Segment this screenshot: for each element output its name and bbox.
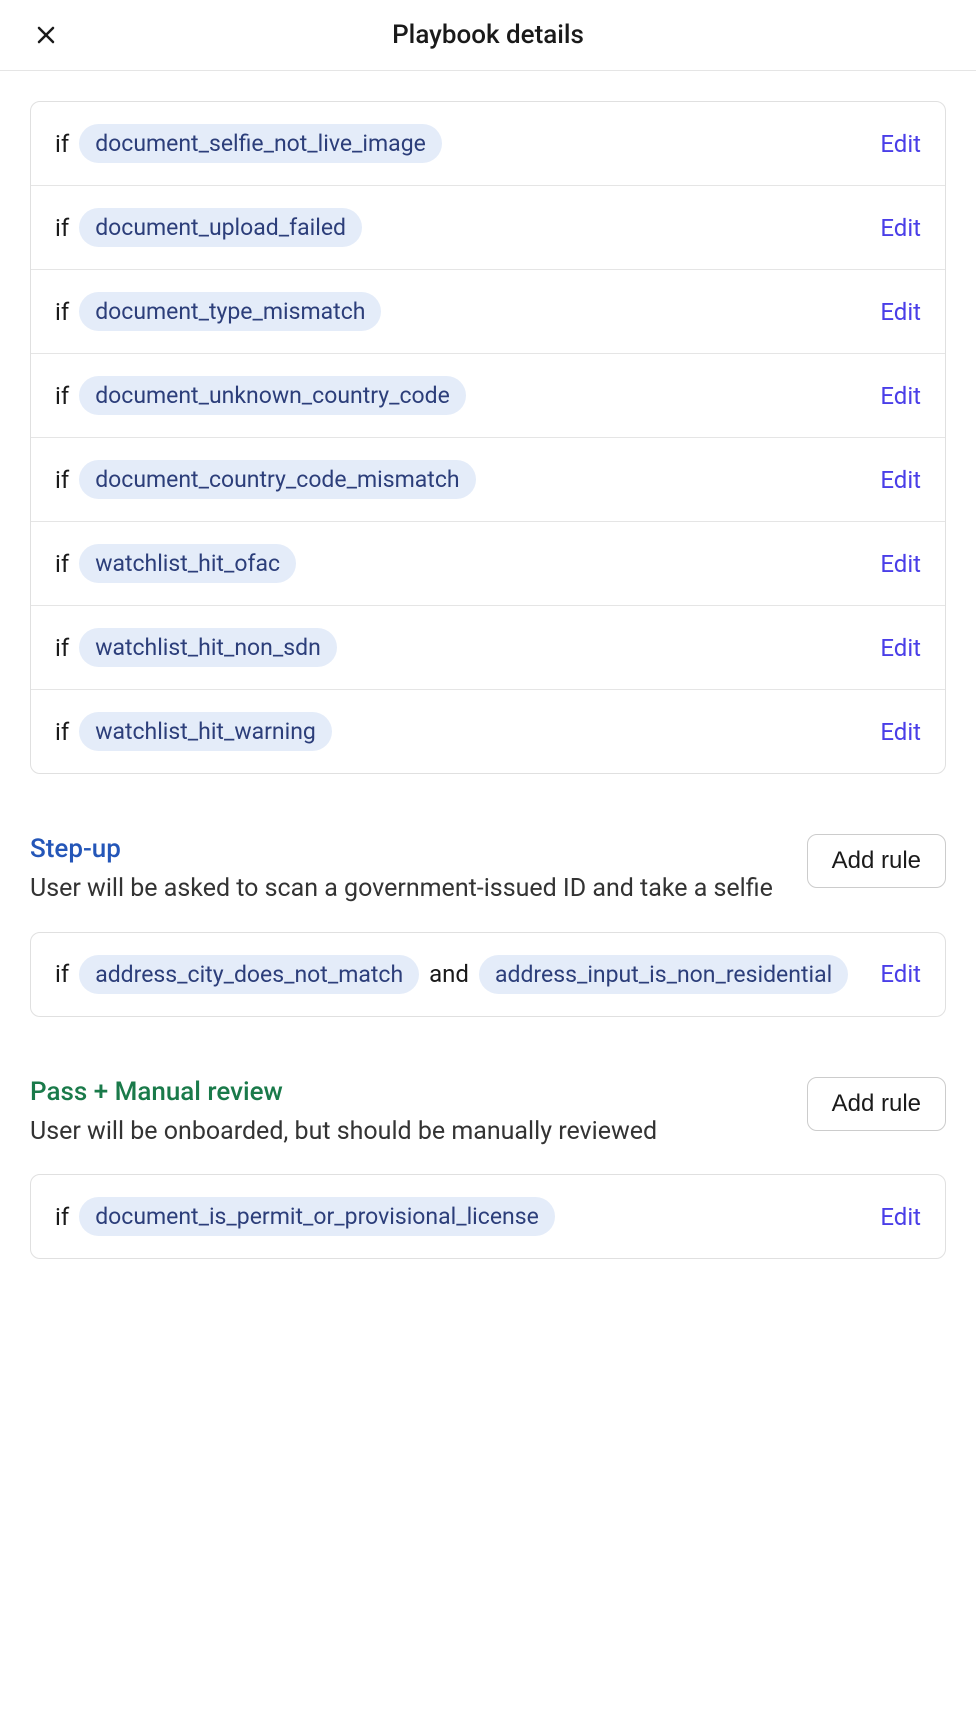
rule-conditions: if document_upload_failed (55, 208, 864, 247)
condition-chip: document_is_permit_or_provisional_licens… (79, 1197, 555, 1236)
if-label: if (55, 466, 69, 494)
rule-row: if watchlist_hit_warning Edit (31, 690, 945, 773)
if-label: if (55, 718, 69, 746)
pass-text: Pass + Manual review User will be onboar… (30, 1077, 787, 1151)
close-button[interactable] (30, 19, 62, 51)
stepup-section: Step-up User will be asked to scan a gov… (30, 834, 946, 1017)
edit-button[interactable]: Edit (880, 1203, 921, 1231)
close-icon (34, 23, 58, 47)
rule-row: if document_unknown_country_code Edit (31, 354, 945, 438)
rule-conditions: if document_unknown_country_code (55, 376, 864, 415)
condition-chip: watchlist_hit_non_sdn (79, 628, 337, 667)
condition-chip: address_city_does_not_match (79, 955, 419, 994)
edit-button[interactable]: Edit (880, 214, 921, 242)
edit-button[interactable]: Edit (880, 718, 921, 746)
rule-conditions: if watchlist_hit_non_sdn (55, 628, 864, 667)
rule-conditions: if document_country_code_mismatch (55, 460, 864, 499)
if-label: if (55, 382, 69, 410)
rule-conditions: if address_city_does_not_match and address_… (55, 955, 864, 994)
rule-row: if address_city_does_not_match and address_… (31, 933, 945, 1016)
condition-chip: document_selfie_not_live_image (79, 124, 442, 163)
rule-row: if document_type_mismatch Edit (31, 270, 945, 354)
condition-chip: document_country_code_mismatch (79, 460, 475, 499)
rule-row: if document_is_permit_or_provisional_lice… (31, 1175, 945, 1258)
if-label: if (55, 214, 69, 242)
stepup-text: Step-up User will be asked to scan a gov… (30, 834, 787, 908)
edit-button[interactable]: Edit (880, 634, 921, 662)
rule-conditions: if watchlist_hit_warning (55, 712, 864, 751)
pass-desc: User will be onboarded, but should be ma… (30, 1113, 787, 1151)
condition-chip: document_upload_failed (79, 208, 362, 247)
rule-row: if document_selfie_not_live_image Edit (31, 102, 945, 186)
pass-rules-container: if document_is_permit_or_provisional_lice… (30, 1174, 946, 1259)
rule-conditions: if document_type_mismatch (55, 292, 864, 331)
stepup-rules-container: if address_city_does_not_match and address_… (30, 932, 946, 1017)
if-label: if (55, 130, 69, 158)
edit-button[interactable]: Edit (880, 130, 921, 158)
page-title: Playbook details (30, 20, 946, 50)
edit-button[interactable]: Edit (880, 298, 921, 326)
stepup-header: Step-up User will be asked to scan a gov… (30, 834, 946, 908)
pass-title: Pass + Manual review (30, 1077, 787, 1107)
condition-chip: address_input_is_non_residential (479, 955, 848, 994)
pass-section: Pass + Manual review User will be onboar… (30, 1077, 946, 1260)
rule-conditions: if document_selfie_not_live_image (55, 124, 864, 163)
add-rule-button-stepup[interactable]: Add rule (807, 834, 946, 888)
condition-chip: watchlist_hit_ofac (79, 544, 296, 583)
edit-button[interactable]: Edit (880, 550, 921, 578)
rule-row: if watchlist_hit_non_sdn Edit (31, 606, 945, 690)
header: Playbook details (0, 0, 976, 71)
add-rule-button-pass[interactable]: Add rule (807, 1077, 946, 1131)
and-label: and (429, 960, 469, 988)
if-label: if (55, 634, 69, 662)
edit-button[interactable]: Edit (880, 466, 921, 494)
content: ifdocument_selfie_not_live_imageEditifdo… (0, 71, 976, 1329)
pass-header: Pass + Manual review User will be onboar… (30, 1077, 946, 1151)
condition-chip: document_type_mismatch (79, 292, 381, 331)
if-label: if (55, 298, 69, 326)
condition-chip: document_unknown_country_code (79, 376, 466, 415)
rule-conditions: if watchlist_hit_ofac (55, 544, 864, 583)
rule-row: if document_country_code_mismatch Edit (31, 438, 945, 522)
if-label: if (55, 550, 69, 578)
stepup-title: Step-up (30, 834, 787, 864)
rule-conditions: if document_is_permit_or_provisional_lice… (55, 1197, 864, 1236)
rule-row: if document_upload_failed Edit (31, 186, 945, 270)
condition-chip: watchlist_hit_warning (79, 712, 332, 751)
edit-button[interactable]: Edit (880, 382, 921, 410)
edit-button[interactable]: Edit (880, 960, 921, 988)
rule-row: if watchlist_hit_ofac Edit (31, 522, 945, 606)
if-label: if (55, 960, 69, 988)
top-rules-container: ifdocument_selfie_not_live_imageEditifdo… (30, 101, 946, 774)
if-label: if (55, 1203, 69, 1231)
stepup-desc: User will be asked to scan a government-… (30, 870, 787, 908)
